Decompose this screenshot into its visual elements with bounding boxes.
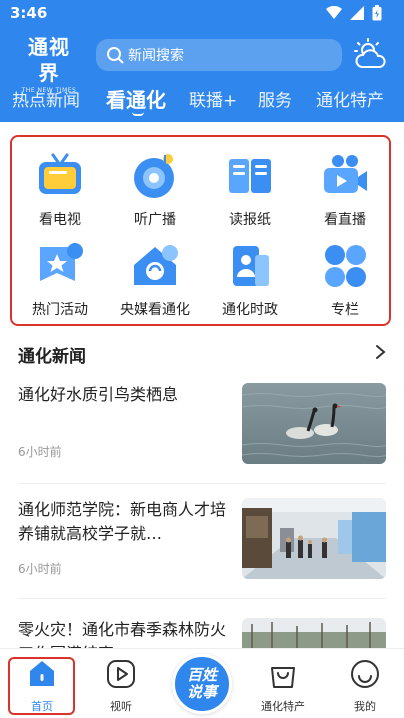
- service-watch-live[interactable]: 看直播: [300, 151, 390, 229]
- nav-specialty[interactable]: 通化特产: [248, 655, 318, 714]
- nav-label: 我的: [354, 700, 376, 713]
- center-button-baixing-shuoshi[interactable]: 百姓 说事: [172, 654, 232, 714]
- news-headline: 通化师范学院：新电商人才培养铺就高校学子就…: [18, 500, 227, 543]
- news-headline: 通化好水质引鸟类栖息: [18, 385, 179, 404]
- service-label: 看电视: [39, 212, 81, 228]
- chevron-right-icon[interactable]: [374, 344, 388, 360]
- service-label: 看直播: [324, 212, 366, 228]
- nav-label: 视听: [110, 700, 132, 713]
- service-label: 热门活动: [32, 302, 88, 318]
- newspaper-icon: [229, 159, 271, 193]
- battery-icon: [372, 5, 382, 21]
- signal-icon: [350, 6, 364, 20]
- service-label: 听广播: [134, 212, 176, 228]
- app-logo[interactable]: 通视界 THE NEW TIMES: [18, 34, 80, 94]
- tab-hot-news[interactable]: 热点新闻: [12, 86, 80, 111]
- nav-video-audio[interactable]: 视听: [86, 655, 156, 714]
- channel-tabs: 热点新闻 看通化 联播+ 服务 通化特产: [0, 82, 404, 116]
- tab-tonghua-specialty[interactable]: 通化特产: [316, 86, 384, 111]
- profile-smile-icon: [351, 660, 379, 688]
- swans-photo: [242, 383, 386, 464]
- status-time: 3:46: [10, 4, 48, 22]
- exhibition-hall-photo: [242, 498, 386, 579]
- column-icon: [325, 245, 366, 287]
- shopping-bag-icon: [271, 667, 295, 688]
- service-label: 读报纸: [229, 212, 271, 228]
- news-item[interactable]: 通化好水质引鸟类栖息 6小时前: [18, 383, 386, 467]
- active-tab-indicator: [132, 112, 144, 116]
- news-item[interactable]: 通化师范学院：新电商人才培养铺就高校学子就… 6小时前: [18, 498, 386, 582]
- live-camera-icon: [324, 155, 367, 193]
- service-column[interactable]: 专栏: [300, 241, 390, 319]
- service-label: 央媒看通化: [120, 302, 190, 318]
- search-placeholder: 新闻搜索: [128, 48, 184, 64]
- center-label-line1: 百姓: [186, 666, 217, 684]
- app-header: 3:46 通视界 THE NEW TIMES 新闻搜索 热点新闻 看通化 联播+…: [0, 0, 404, 122]
- service-read-newspaper[interactable]: 读报纸: [205, 151, 295, 229]
- logo-text: 通视界: [28, 35, 70, 85]
- wifi-icon: [326, 6, 342, 19]
- center-label-line2: 说事: [186, 683, 217, 701]
- news-section-header[interactable]: 通化新闻: [18, 342, 388, 367]
- nav-label: 通化特产: [261, 700, 305, 713]
- news-section-title: 通化新闻: [18, 347, 86, 367]
- tab-kan-tonghua[interactable]: 看通化: [106, 84, 166, 113]
- search-icon: [107, 47, 124, 64]
- service-label: 专栏: [331, 302, 359, 318]
- radio-icon: [134, 154, 174, 198]
- news-thumbnail-swans: [242, 383, 386, 464]
- partly-cloudy-icon[interactable]: [353, 38, 387, 72]
- service-hot-activity[interactable]: 热门活动: [15, 241, 105, 319]
- nav-profile[interactable]: 我的: [330, 655, 400, 714]
- service-listen-radio[interactable]: 听广播: [110, 151, 200, 229]
- hot-activity-icon: [40, 243, 83, 281]
- status-icons: [326, 5, 382, 21]
- service-watch-tv[interactable]: 看电视: [15, 151, 105, 229]
- service-label: 通化时政: [222, 302, 278, 318]
- search-bar[interactable]: 新闻搜索: [96, 39, 342, 71]
- nav-home-highlight: [8, 657, 75, 715]
- news-time: 6小时前: [18, 562, 62, 576]
- services-grid: 看电视 听广播 读报纸 看直播 热门活动 央媒看通化 通化时政 专栏: [10, 135, 391, 326]
- service-politics[interactable]: 通化时政: [205, 241, 295, 319]
- news-divider: [18, 483, 386, 484]
- service-central-media[interactable]: 央媒看通化: [110, 241, 200, 319]
- tv-icon: [39, 153, 81, 194]
- play-icon: [107, 660, 135, 688]
- central-media-icon: [134, 245, 178, 285]
- politics-icon: [233, 246, 269, 286]
- tab-lianbo-plus[interactable]: 联播+: [189, 86, 237, 111]
- status-bar: 3:46: [0, 0, 404, 28]
- news-time: 6小时前: [18, 445, 62, 459]
- tab-services[interactable]: 服务: [258, 86, 292, 111]
- news-divider: [18, 598, 386, 599]
- news-thumbnail-hall: [242, 498, 386, 579]
